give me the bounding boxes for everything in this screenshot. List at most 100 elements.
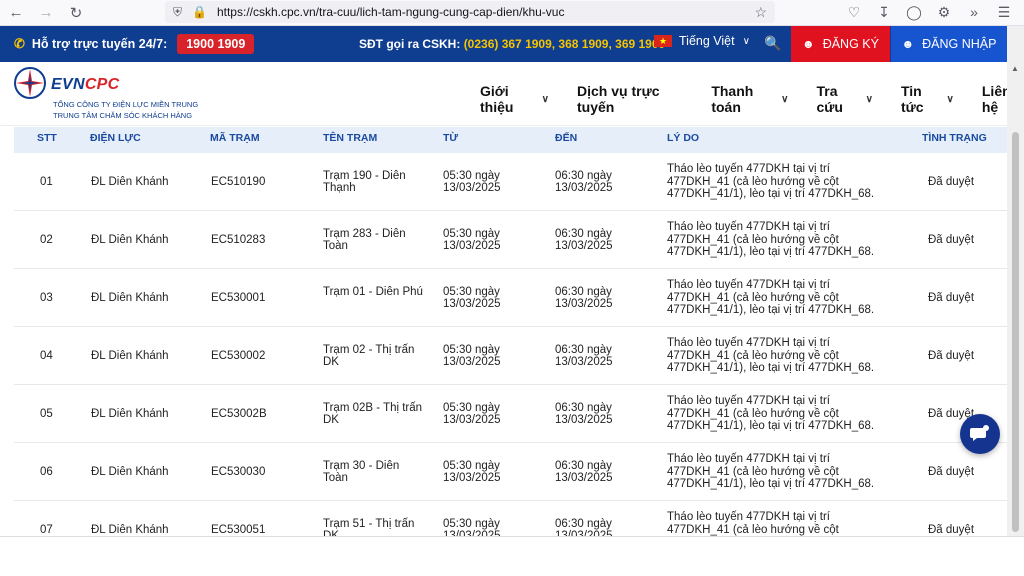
- cell-ten-tram: Trạm 01 - Diên Phú: [323, 285, 423, 298]
- phone-icon: ✆: [14, 36, 25, 51]
- login-button[interactable]: ☻ ĐĂNG NHẬP: [891, 26, 1007, 62]
- menu-item[interactable]: Dịch vụ trực tuyến: [577, 83, 683, 115]
- vietnam-flag-icon: ★: [654, 35, 672, 47]
- cell-dien-luc: ĐL Diên Khánh: [91, 349, 169, 362]
- cell-den: 06:30 ngày 13/03/2025: [555, 227, 613, 253]
- menu-item-label: Thanh toán: [711, 83, 754, 115]
- menu-item-label: Giới thiệu: [480, 83, 514, 115]
- site-header: EVNCPC TỔNG CÔNG TY ĐIỆN LỰC MIỀN TRUNG …: [0, 62, 1024, 126]
- cell-tu: 05:30 ngày 13/03/2025: [443, 169, 501, 195]
- page-scrollbar[interactable]: ▲ ▼: [1007, 62, 1024, 576]
- cell-den: 06:30 ngày 13/03/2025: [555, 459, 613, 485]
- pocket-icon[interactable]: ♡: [844, 2, 864, 22]
- cell-dien-luc: ĐL Diên Khánh: [91, 291, 169, 304]
- cell-stt: 05: [40, 407, 53, 420]
- cell-tinh-trang: Đã duyệt: [928, 175, 975, 188]
- cell-ma-tram: EC530051: [211, 523, 266, 536]
- cell-ma-tram: EC530030: [211, 465, 266, 478]
- browser-toolbar: ← → ↻ ⛨ 🔒 https://cskh.cpc.vn/tra-cuu/li…: [0, 0, 1024, 26]
- header-den: ĐẾN: [555, 132, 578, 144]
- logo-subtitle: TỔNG CÔNG TY ĐIỆN LỰC MIỀN TRUNG TRUNG T…: [53, 99, 198, 121]
- menu-item[interactable]: Tin tức ∨: [901, 83, 954, 115]
- address-bar[interactable]: ⛨ 🔒 https://cskh.cpc.vn/tra-cuu/lich-tam…: [165, 1, 775, 23]
- table-row: 03 ĐL Diên Khánh EC530001 Trạm 01 - Diên Ph…: [14, 269, 1007, 327]
- cell-ly-do: Tháo lèo tuyến 477DKH tại vị trí 477DKH_…: [667, 221, 875, 259]
- login-label: ĐĂNG NHẬP: [922, 37, 997, 51]
- cskh-numbers: (0236) 367 1909, 368 1909, 369 1909: [463, 37, 666, 51]
- header-stt: STT: [37, 132, 57, 144]
- cell-dien-luc: ĐL Diên Khánh: [91, 407, 169, 420]
- cell-stt: 04: [40, 349, 53, 362]
- cell-stt: 02: [40, 233, 53, 246]
- search-icon[interactable]: 🔍: [764, 35, 781, 52]
- cell-ma-tram: EC53002B: [211, 407, 267, 420]
- cell-tu: 05:30 ngày 13/03/2025: [443, 401, 501, 427]
- menu-item[interactable]: Thanh toán ∨: [711, 83, 788, 115]
- shield-icon[interactable]: ⛨: [173, 5, 182, 20]
- cell-dien-luc: ĐL Diên Khánh: [91, 523, 169, 536]
- more-tools-icon[interactable]: »: [964, 2, 984, 22]
- bookmark-star-icon[interactable]: ☆: [754, 4, 767, 21]
- lock-icon[interactable]: 🔒: [192, 5, 207, 19]
- table-header: STT ĐIỆN LỰC MÃ TRẠM TÊN TRẠM TỪ ĐẾN LÝ …: [14, 127, 1007, 153]
- evncpc-logo[interactable]: EVNCPC TỔNG CÔNG TY ĐIỆN LỰC MIỀN TRUNG …: [13, 66, 198, 120]
- url-text: https://cskh.cpc.vn/tra-cuu/lich-tam-ngu…: [216, 5, 565, 19]
- cell-tinh-trang: Đã duyệt: [928, 465, 975, 478]
- cell-ly-do: Tháo lèo tuyến 477DKH tại vị trí 477DKH_…: [667, 279, 875, 317]
- chevron-down-icon: ∨: [781, 93, 789, 105]
- cell-ten-tram: Trạm 02B - Thị trấn DK: [323, 401, 423, 427]
- chat-support-button[interactable]: [960, 414, 1000, 454]
- cell-ten-tram: Trạm 02 - Thị trấn DK: [323, 343, 415, 369]
- table-row: 01 ĐL Diên Khánh EC510190 Trạm 190 - Diên T…: [14, 153, 1007, 211]
- hotline-badge[interactable]: 1900 1909: [177, 34, 255, 54]
- cell-tinh-trang: Đã duyệt: [928, 233, 975, 246]
- table-row: 04 ĐL Diên Khánh EC530002 Trạm 02 - Thị trấ…: [14, 327, 1007, 385]
- cell-ly-do: Tháo lèo tuyến 477DKH tại vị trí 477DKH_…: [667, 337, 875, 375]
- menu-item-label: Tin tức: [900, 83, 924, 115]
- header-ma-tram: MÃ TRẠM: [210, 132, 260, 144]
- menu-item-label: Dịch vụ trực tuyến: [577, 83, 660, 115]
- menu-item[interactable]: Giới thiệu ∨: [480, 83, 549, 115]
- cell-ma-tram: EC530001: [211, 291, 266, 304]
- language-selector[interactable]: ★ Tiếng Việt ∨: [654, 34, 750, 48]
- cell-den: 06:30 ngày 13/03/2025: [555, 169, 613, 195]
- cell-ma-tram: EC510283: [211, 233, 266, 246]
- register-button[interactable]: ☻ ĐĂNG KÝ: [791, 26, 890, 62]
- user-icon: ☻: [901, 37, 915, 51]
- cskh-info: SĐT gọi ra CSKH: (0236) 367 1909, 368 19…: [359, 37, 665, 51]
- evn-logo-icon: [14, 67, 46, 99]
- logo-brand-evn: EVN: [51, 76, 85, 93]
- cell-ma-tram: EC530002: [211, 349, 266, 362]
- table-row: 06 ĐL Diên Khánh EC530030 Trạm 30 - Diên To…: [14, 443, 1007, 501]
- scroll-thumb[interactable]: [1012, 132, 1019, 532]
- cell-ly-do: Tháo lèo tuyến 477DKH tại vị trí 477DKH_…: [667, 163, 875, 201]
- support-info: ✆ Hỗ trợ trực tuyến 24/7: 1900 1909: [14, 34, 255, 54]
- forward-icon[interactable]: →: [32, 2, 60, 24]
- header-tinh-trang: TÌNH TRẠNG: [922, 132, 987, 144]
- extensions-icon[interactable]: ⚙: [934, 2, 954, 22]
- cell-tinh-trang: Đã duyệt: [928, 523, 975, 536]
- language-label: Tiếng Việt: [679, 34, 735, 48]
- cell-ly-do: Tháo lèo tuyến 477DKH tại vị trí 477DKH_…: [667, 395, 875, 433]
- menu-item[interactable]: Tra cứu ∨: [816, 83, 872, 115]
- cell-dien-luc: ĐL Diên Khánh: [91, 233, 169, 246]
- account-icon[interactable]: ◯: [904, 2, 924, 22]
- cell-tu: 05:30 ngày 13/03/2025: [443, 459, 501, 485]
- chevron-down-icon: ∨: [742, 35, 750, 47]
- back-icon[interactable]: ←: [2, 2, 30, 24]
- scroll-up-icon[interactable]: ▲: [1011, 64, 1019, 73]
- cell-stt: 03: [40, 291, 53, 304]
- reload-icon[interactable]: ↻: [62, 2, 90, 24]
- cell-dien-luc: ĐL Diên Khánh: [91, 175, 169, 188]
- cell-den: 06:30 ngày 13/03/2025: [555, 285, 613, 311]
- cell-ma-tram: EC510190: [211, 175, 266, 188]
- cell-den: 06:30 ngày 13/03/2025: [555, 401, 613, 427]
- menu-icon[interactable]: ☰: [994, 2, 1014, 22]
- logo-brand-cpc: CPC: [84, 76, 120, 93]
- outage-schedule-table: STT ĐIỆN LỰC MÃ TRẠM TÊN TRẠM TỪ ĐẾN LÝ …: [0, 127, 1007, 576]
- table-row: 05 ĐL Diên Khánh EC53002B Trạm 02B - Thị tr…: [14, 385, 1007, 443]
- chevron-down-icon: ∨: [865, 93, 873, 105]
- download-icon[interactable]: ↧: [874, 2, 894, 22]
- chevron-down-icon: ∨: [946, 93, 954, 105]
- table-row: 02 ĐL Diên Khánh EC510283 Trạm 283 - Diên T…: [14, 211, 1007, 269]
